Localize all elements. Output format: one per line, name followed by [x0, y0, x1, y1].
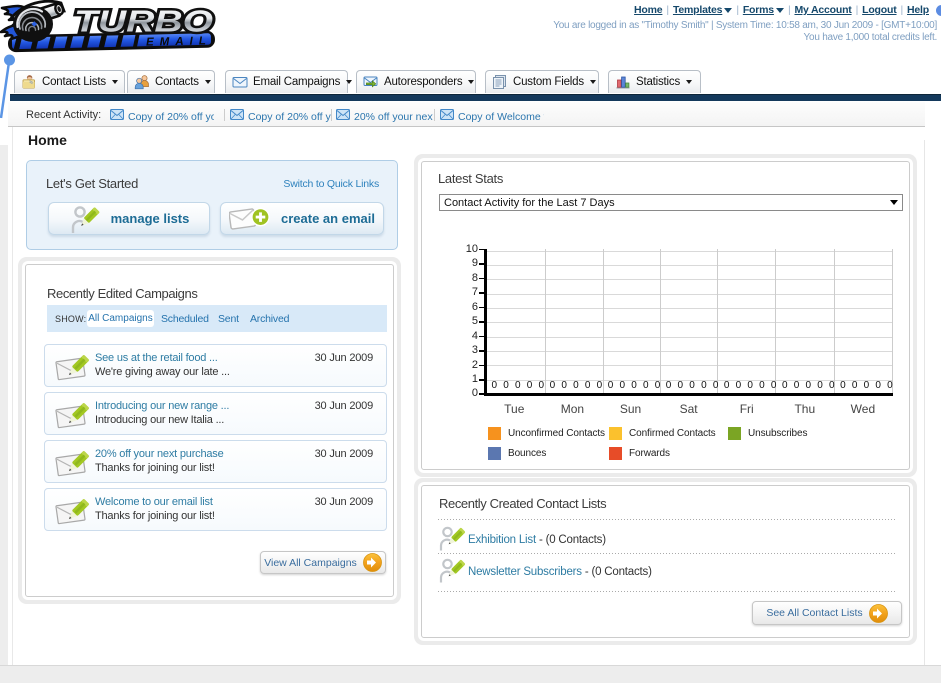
svg-text:TURBO: TURBO	[74, 4, 213, 39]
